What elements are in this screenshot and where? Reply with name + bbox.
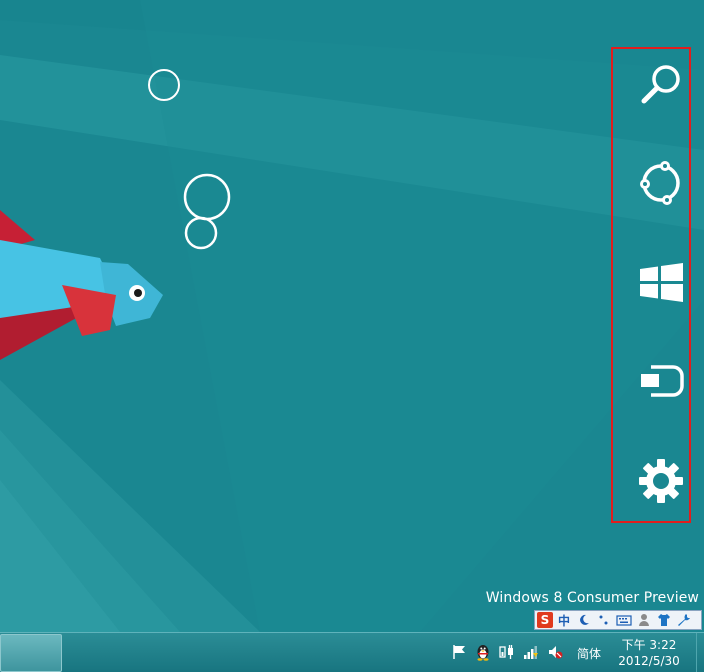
share-icon: [640, 161, 680, 205]
tray-volume[interactable]: [546, 643, 564, 661]
ime-tools-button[interactable]: [675, 612, 693, 628]
search-icon: [641, 65, 680, 104]
network-signal-icon: [524, 646, 538, 659]
charm-share[interactable]: [635, 157, 687, 209]
charm-devices[interactable]: [635, 355, 687, 407]
tray-qq[interactable]: [474, 643, 492, 661]
clock-time: 下午 3:22: [621, 638, 677, 652]
ime-mode-button[interactable]: 中: [555, 612, 573, 628]
speaker-muted-icon: [549, 646, 563, 659]
charms-bar: [611, 47, 691, 523]
ime-logo: S: [540, 613, 550, 627]
ime-fullwidth-button[interactable]: [575, 612, 593, 628]
ime-mode-label: 中: [557, 613, 570, 628]
taskbar-clock[interactable]: 下午 3:22 2012/5/30: [612, 637, 686, 669]
windows-watermark: Windows 8 Consumer Preview: [485, 590, 699, 606]
tray-action-center[interactable]: [450, 643, 468, 661]
taskbar: 简体 下午 3:22 2012/5/30: [0, 632, 704, 672]
tray-network[interactable]: [522, 643, 540, 661]
ime-toolbar: S 中: [534, 610, 702, 630]
tray-power[interactable]: [498, 643, 516, 661]
ime-logo-button[interactable]: S: [537, 612, 553, 628]
charm-search[interactable]: [635, 59, 687, 111]
power-plug-icon: [499, 645, 513, 659]
ime-skin-button[interactable]: [655, 612, 673, 628]
windows-logo-icon: [640, 263, 683, 302]
clock-date: 2012/5/30: [618, 654, 680, 668]
desktop-screen: Windows 8 Consumer Preview S 中 简体 下午 3:2…: [0, 0, 704, 672]
charm-start[interactable]: [635, 257, 687, 309]
user-icon: [639, 614, 649, 626]
charm-settings[interactable]: [635, 455, 687, 507]
wrench-icon: [678, 614, 690, 626]
punctuation-icon: [599, 615, 608, 625]
taskbar-app-button[interactable]: [0, 634, 62, 672]
devices-icon: [641, 365, 684, 397]
desktop-wallpaper: [0, 0, 704, 632]
show-desktop-button[interactable]: [696, 633, 704, 672]
ime-keyboard-button[interactable]: [615, 612, 633, 628]
moon-icon: [580, 614, 589, 625]
shirt-icon: [658, 614, 670, 626]
keyboard-icon: [616, 615, 632, 626]
gear-icon: [639, 459, 683, 503]
ime-user-button[interactable]: [635, 612, 653, 628]
flag-icon: [453, 645, 465, 659]
ime-punctuation-button[interactable]: [595, 612, 613, 628]
input-language-indicator[interactable]: 简体: [577, 645, 601, 662]
qq-penguin-icon: [477, 645, 489, 661]
